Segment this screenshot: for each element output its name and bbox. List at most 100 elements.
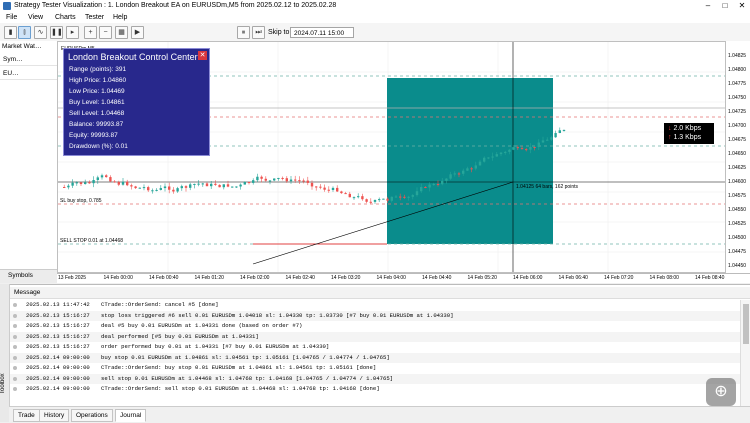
symbols-tab[interactable]: Symbols: [0, 269, 57, 283]
candle-body: [176, 188, 179, 192]
candle-body: [499, 152, 503, 155]
candles-icon[interactable]: ▮: [4, 26, 17, 39]
journal-message: CTrade::OrderSend: buy stop 0.01 EURUSDm…: [101, 364, 377, 371]
pause-play-icon[interactable]: ⏸: [237, 26, 250, 39]
candle-body: [294, 179, 297, 181]
journal-message: sell stop 0.01 EURUSDm at 1.04468 sl: 1.…: [101, 374, 394, 382]
candle-body: [172, 189, 175, 192]
skip-to-label[interactable]: Skip to: [268, 29, 289, 36]
info-icon: [13, 366, 17, 370]
candle-body: [348, 193, 351, 198]
journal-row[interactable]: 2025.02.13 15:16:27 stop loss triggered #…: [10, 310, 740, 321]
candle-body: [189, 184, 192, 188]
price-scale: 1.04825 1.04800 1.04775 1.04750 1.04725 1.047…: [726, 41, 750, 273]
price-tick-label: 1.04725: [728, 109, 747, 115]
zoom-out-icon[interactable]: −: [99, 26, 112, 39]
journal-row[interactable]: 2025.02.14 09:00:00 CTrade::OrderSend: bu…: [10, 363, 740, 374]
candle-body: [155, 189, 158, 191]
toolbox-tabs: Trade History Operations Journal: [9, 406, 750, 423]
candle-body: [415, 191, 419, 196]
close-icon[interactable]: ✕: [198, 51, 207, 60]
time-scale: 13 Feb 2025 14 Feb 00:00 14 Feb 00:40 14 Fe…: [57, 273, 750, 283]
candle-body: [516, 147, 519, 149]
journal-row[interactable]: 2025.02.13 15:16:27 order performed buy 0…: [10, 342, 740, 353]
journal-row[interactable]: 2025.02.13 15:16:27 deal #5 buy 0.01 EURU…: [10, 321, 740, 332]
message-column-header[interactable]: Message: [10, 287, 750, 299]
journal-row[interactable]: 2025.02.13 11:47:42 CTrade::OrderSend: ca…: [10, 300, 740, 311]
minimize-button[interactable]: –: [700, 1, 716, 11]
candle-body: [151, 190, 154, 192]
candle-body: [310, 182, 314, 187]
tab-journal[interactable]: Journal: [115, 409, 147, 422]
control-center-panel[interactable]: London Breakout Control Center ✕ Range (…: [63, 48, 210, 156]
candle-body: [105, 175, 108, 178]
candle-body: [205, 183, 209, 187]
scrollbar-thumb[interactable]: [743, 304, 749, 344]
step-icon[interactable]: ▸: [66, 26, 79, 39]
close-window-button[interactable]: ✕: [734, 1, 750, 11]
candle-body: [247, 182, 251, 184]
balance: Balance: 99993.87: [69, 121, 124, 128]
maximize-button[interactable]: □: [717, 1, 733, 11]
journal-time: 2025.02.14 09:00:00: [26, 374, 90, 382]
menu-help[interactable]: Help: [113, 14, 127, 21]
journal-row[interactable]: 2025.02.13 15:16:27 deal performed [#5 bu…: [10, 331, 740, 342]
menu-charts[interactable]: Charts: [55, 14, 76, 21]
candle-body: [197, 183, 200, 185]
journal-row[interactable]: 2025.02.14 09:00:00 CTrade::OrderSend: se…: [10, 384, 740, 395]
price-tick-label: 1.04525: [728, 221, 747, 227]
candle-body: [491, 156, 494, 158]
line-chart-icon[interactable]: ∿: [34, 26, 47, 39]
candle-body: [365, 199, 368, 202]
zoom-icon[interactable]: ⊕: [706, 378, 736, 406]
candle-body: [533, 146, 536, 148]
candle-body: [138, 187, 141, 189]
time-tick-label: 13 Feb 2025: [58, 275, 87, 281]
candle-body: [239, 184, 242, 187]
pause-icon[interactable]: ❚❚: [50, 26, 63, 39]
journal-scrollbar[interactable]: [740, 300, 750, 406]
zoom-in-icon[interactable]: +: [84, 26, 97, 39]
info-icon: [13, 334, 17, 339]
time-tick-label: 14 Feb 08:00: [649, 275, 679, 281]
price-tick-label: 1.04650: [728, 151, 747, 157]
candle-body: [201, 183, 204, 185]
candle-body: [382, 198, 385, 200]
journal-message: deal #5 buy 0.01 EURUSDm at 1.04331 done…: [101, 322, 303, 329]
candle-body: [113, 181, 116, 183]
candle-body: [537, 142, 540, 148]
menu-file[interactable]: File: [6, 14, 17, 21]
candle-body: [184, 186, 188, 188]
journal-time: 2025.02.14 09:00:00: [26, 353, 90, 361]
price-tick-label: 1.04825: [728, 53, 747, 59]
journal-row[interactable]: 2025.02.14 09:00:00 sell stop 0.01 EURUSD…: [10, 373, 740, 384]
candle-body: [394, 196, 398, 198]
tab-operations[interactable]: Operations: [71, 409, 113, 422]
candle-body: [243, 182, 246, 185]
symbols-tab-label: Symbols: [8, 272, 33, 279]
candle-body: [541, 140, 545, 143]
info-icon: [13, 303, 17, 307]
menu-tester[interactable]: Tester: [85, 14, 104, 21]
candle-body: [315, 186, 318, 188]
menu-view[interactable]: View: [28, 14, 43, 21]
bar-chart-icon[interactable]: ⫾: [18, 26, 31, 39]
price-tick-label: 1.04625: [728, 165, 747, 171]
market-watch-row[interactable]: Sym…: [0, 53, 57, 66]
candle-body: [529, 146, 532, 150]
chart-grid-icon[interactable]: ▦: [115, 26, 128, 39]
candle-body: [344, 193, 347, 195]
price-tick-label: 1.04800: [728, 67, 747, 73]
info-icon: [13, 376, 17, 381]
market-watch-row[interactable]: EU…: [0, 67, 57, 80]
step-forward-icon[interactable]: ⏭: [252, 26, 265, 39]
journal-row[interactable]: 2025.02.14 09:00:00 buy stop 0.01 EURUSDm…: [10, 352, 740, 363]
tab-trade[interactable]: Trade: [13, 409, 40, 422]
price-tick-label: 1.04550: [728, 207, 747, 213]
skip-to-date-field[interactable]: 2024.07.11 15:00: [290, 27, 354, 38]
tab-history[interactable]: History: [39, 409, 70, 422]
journal-message: order performed buy 0.01 at 1.04331 [#7 …: [101, 343, 330, 350]
candle-body: [63, 187, 66, 188]
time-tick-label: 14 Feb 04:40: [422, 275, 452, 281]
play-icon[interactable]: ▶: [131, 26, 144, 39]
